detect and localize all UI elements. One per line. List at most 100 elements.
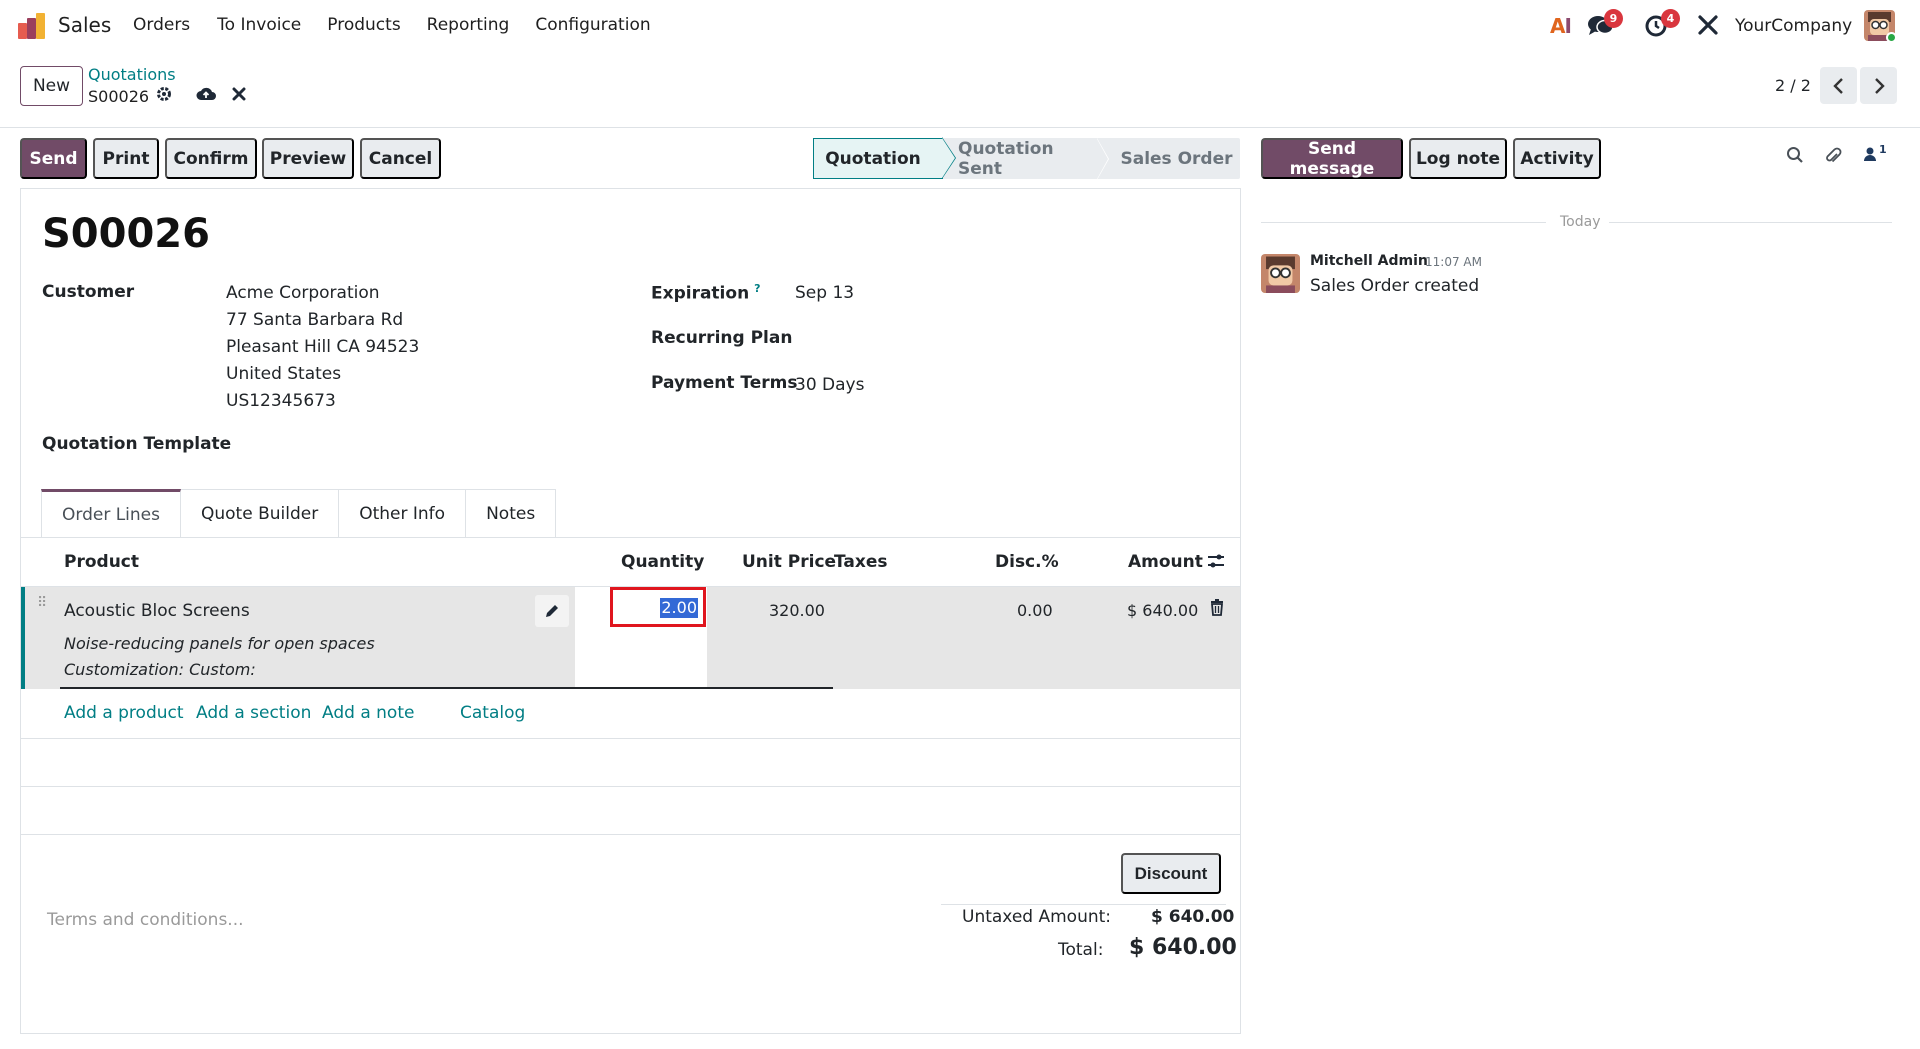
- customer-street: 77 Santa Barbara Rd: [226, 310, 404, 330]
- company-switcher[interactable]: YourCompany: [1735, 16, 1852, 36]
- column-product[interactable]: Product: [64, 552, 139, 572]
- help-tooltip-icon[interactable]: ?: [754, 282, 760, 295]
- form-sheet: S00026 Customer Acme Corporation 77 Sant…: [20, 188, 1241, 1034]
- followers-icon[interactable]: [1863, 146, 1877, 167]
- line-discount[interactable]: 0.00: [1017, 601, 1053, 620]
- breadcrumb-quotations[interactable]: Quotations: [88, 65, 176, 84]
- untaxed-amount-label: Untaxed Amount:: [962, 907, 1112, 927]
- empty-row: [21, 787, 1240, 835]
- activities-tray[interactable]: 4: [1644, 9, 1680, 43]
- menu-configuration[interactable]: Configuration: [535, 15, 650, 35]
- top-navbar: Sales Orders To Invoice Products Reporti…: [0, 0, 1920, 52]
- activities-badge: 4: [1661, 9, 1680, 28]
- customer-country: United States: [226, 364, 342, 384]
- line-description-1: Noise-reducing panels for open spaces: [64, 634, 375, 653]
- stage-quotation-sent[interactable]: Quotation Sent: [958, 138, 1098, 179]
- order-name: S00026: [42, 211, 210, 257]
- drag-handle-icon[interactable]: ⠿: [37, 596, 48, 610]
- catalog-link[interactable]: Catalog: [460, 703, 525, 723]
- add-section-link[interactable]: Add a section: [196, 703, 311, 723]
- log-note-button[interactable]: Log note: [1409, 138, 1507, 179]
- menu-reporting[interactable]: Reporting: [427, 15, 510, 35]
- discount-button[interactable]: Discount: [1121, 853, 1221, 894]
- cloud-upload-icon[interactable]: [196, 86, 216, 107]
- activity-button[interactable]: Activity: [1513, 138, 1601, 179]
- ai-icon[interactable]: AI: [1550, 14, 1572, 38]
- chevron-right-icon: [1874, 77, 1885, 94]
- breadcrumb-current-label: S00026: [88, 86, 150, 106]
- customer-vat: US12345673: [226, 391, 336, 411]
- menu-orders[interactable]: Orders: [133, 15, 190, 35]
- total-value: $ 640.00: [1129, 935, 1237, 960]
- optional-columns-icon[interactable]: [1207, 553, 1225, 574]
- control-panel: New Quotations S00026 2 / 2: [0, 52, 1920, 128]
- line-description-2: Customization: Custom:: [64, 660, 256, 679]
- column-taxes[interactable]: Taxes: [834, 552, 888, 572]
- online-status-dot: [1886, 32, 1897, 43]
- customer-label: Customer: [42, 282, 135, 302]
- order-lines-header: Product Quantity Unit Price Taxes Disc.%…: [21, 537, 1240, 587]
- line-product-name[interactable]: Acoustic Bloc Screens: [64, 601, 250, 621]
- customer-name[interactable]: Acme Corporation: [226, 283, 380, 303]
- table-row[interactable]: ⠿ Acoustic Bloc Screens Noise-reducing p…: [21, 587, 1240, 689]
- preview-button[interactable]: Preview: [262, 138, 354, 179]
- message-author[interactable]: Mitchell Admin: [1310, 253, 1428, 269]
- line-amount: $ 640.00: [1127, 601, 1199, 620]
- app-name[interactable]: Sales: [58, 13, 111, 37]
- terms-input[interactable]: Terms and conditions...: [47, 910, 244, 930]
- breadcrumb-current: S00026: [88, 86, 172, 106]
- chevron-left-icon: [1832, 77, 1843, 94]
- pager-previous-button[interactable]: [1820, 67, 1857, 104]
- stage-bar: Quotation Quotation Sent Sales Order: [813, 137, 1240, 180]
- tab-quote-builder[interactable]: Quote Builder: [181, 489, 340, 538]
- new-button[interactable]: New: [20, 66, 83, 106]
- total-label: Total:: [1058, 940, 1104, 960]
- stage-quotation[interactable]: Quotation: [813, 138, 943, 179]
- messages-tray[interactable]: 9: [1588, 9, 1623, 42]
- cancel-button[interactable]: Cancel: [360, 138, 441, 179]
- print-button[interactable]: Print: [93, 138, 159, 179]
- quantity-value: 2.00: [660, 598, 698, 618]
- message-author-avatar[interactable]: [1261, 254, 1300, 293]
- gear-icon[interactable]: [156, 86, 172, 106]
- trash-icon[interactable]: [1210, 599, 1224, 621]
- column-discount[interactable]: Disc.%: [995, 552, 1059, 572]
- payment-terms-value[interactable]: 30 Days: [795, 375, 864, 395]
- paperclip-icon[interactable]: [1824, 146, 1842, 171]
- message-body: Sales Order created: [1310, 276, 1480, 296]
- add-product-link[interactable]: Add a product: [64, 703, 184, 723]
- status-bar: Send Print Confirm Preview Cancel Quotat…: [0, 128, 1250, 188]
- main-menu: Orders To Invoice Products Reporting Con…: [133, 15, 677, 35]
- pager-value[interactable]: 2 / 2: [1775, 76, 1811, 95]
- column-unit-price[interactable]: Unit Price: [742, 552, 836, 572]
- tab-notes[interactable]: Notes: [466, 489, 557, 538]
- discard-icon[interactable]: [232, 86, 246, 106]
- totals-divider: [941, 904, 1226, 905]
- tab-order-lines[interactable]: Order Lines: [41, 489, 181, 538]
- menu-products[interactable]: Products: [327, 15, 400, 35]
- menu-to-invoice[interactable]: To Invoice: [217, 15, 301, 35]
- tab-other-info[interactable]: Other Info: [339, 489, 467, 538]
- confirm-button[interactable]: Confirm: [165, 138, 257, 179]
- date-separator: Today: [1554, 214, 1607, 230]
- message-time: 11:07 AM: [1425, 255, 1482, 269]
- column-quantity[interactable]: Quantity: [621, 552, 704, 572]
- line-description[interactable]: Noise-reducing panels for open spaces Cu…: [64, 631, 375, 683]
- search-icon[interactable]: [1786, 146, 1804, 169]
- column-amount[interactable]: Amount: [1128, 552, 1203, 572]
- tools-icon[interactable]: [1697, 14, 1719, 42]
- pencil-icon: [546, 605, 558, 617]
- add-note-link[interactable]: Add a note: [322, 703, 414, 723]
- pager-next-button[interactable]: [1860, 67, 1897, 104]
- line-unit-price[interactable]: 320.00: [769, 601, 825, 620]
- empty-row: [21, 739, 1240, 787]
- stage-sales-order[interactable]: Sales Order: [1113, 138, 1240, 179]
- send-button[interactable]: Send: [20, 138, 87, 179]
- quantity-input[interactable]: 2.00: [610, 587, 706, 627]
- edit-line-button[interactable]: [535, 595, 569, 627]
- recurring-plan-label: Recurring Plan: [651, 328, 793, 348]
- sales-app-icon[interactable]: [18, 13, 46, 39]
- untaxed-amount-value: $ 640.00: [1151, 907, 1235, 927]
- send-message-button[interactable]: Send message: [1261, 138, 1403, 179]
- expiration-value[interactable]: Sep 13: [795, 283, 854, 303]
